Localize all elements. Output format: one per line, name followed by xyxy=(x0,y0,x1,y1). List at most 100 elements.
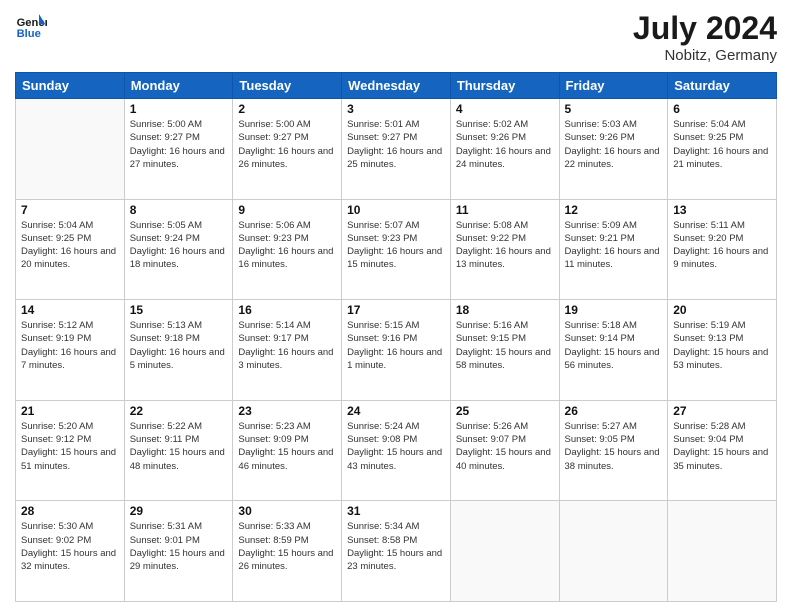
day-number: 29 xyxy=(130,504,228,518)
calendar-cell: 20Sunrise: 5:19 AM Sunset: 9:13 PM Dayli… xyxy=(668,300,777,401)
day-info: Sunrise: 5:24 AM Sunset: 9:08 PM Dayligh… xyxy=(347,420,445,473)
day-info: Sunrise: 5:27 AM Sunset: 9:05 PM Dayligh… xyxy=(565,420,663,473)
day-info: Sunrise: 5:14 AM Sunset: 9:17 PM Dayligh… xyxy=(238,319,336,372)
calendar-cell: 13 Sunrise: 5:11 AM Sunset: 9:20 PM Dayli… xyxy=(668,199,777,300)
day-number: 27 xyxy=(673,404,771,418)
day-number: 6 xyxy=(673,102,771,116)
day-info: Sunrise: 5:30 AM Sunset: 9:02 PM Dayligh… xyxy=(21,520,119,573)
day-info: Sunrise: 5:05 AM Sunset: 9:24 PM Dayligh… xyxy=(130,219,228,272)
day-number: 3 xyxy=(347,102,445,116)
week-row-2: 7 Sunrise: 5:04 AM Sunset: 9:25 PM Daylig… xyxy=(16,199,777,300)
calendar-cell: 29 Sunrise: 5:31 AM Sunset: 9:01 PM Dayli… xyxy=(124,501,233,602)
calendar-cell: 12Sunrise: 5:09 AM Sunset: 9:21 PM Dayli… xyxy=(559,199,668,300)
day-number: 1 xyxy=(130,102,228,116)
day-info: Sunrise: 5:13 AM Sunset: 9:18 PM Dayligh… xyxy=(130,319,228,372)
day-number: 10 xyxy=(347,203,445,217)
day-info: Sunrise: 5:28 AM Sunset: 9:04 PM Dayligh… xyxy=(673,420,771,473)
day-number: 7 xyxy=(21,203,119,217)
calendar-cell: 22 Sunrise: 5:22 AM Sunset: 9:11 PM Dayli… xyxy=(124,400,233,501)
day-info: Sunrise: 5:08 AM Sunset: 9:22 PM Dayligh… xyxy=(456,219,554,272)
svg-text:Blue: Blue xyxy=(17,28,41,40)
day-info: Sunrise: 5:19 AM Sunset: 9:13 PM Dayligh… xyxy=(673,319,771,372)
week-row-4: 21 Sunrise: 5:20 AM Sunset: 9:12 PM Dayli… xyxy=(16,400,777,501)
day-info: Sunrise: 5:26 AM Sunset: 9:07 PM Dayligh… xyxy=(456,420,554,473)
week-row-3: 14Sunrise: 5:12 AM Sunset: 9:19 PM Dayli… xyxy=(16,300,777,401)
day-info: Sunrise: 5:01 AM Sunset: 9:27 PM Dayligh… xyxy=(347,118,445,171)
day-number: 14 xyxy=(21,303,119,317)
calendar-cell: 11 Sunrise: 5:08 AM Sunset: 9:22 PM Dayli… xyxy=(450,199,559,300)
day-info: Sunrise: 5:00 AM Sunset: 9:27 PM Dayligh… xyxy=(130,118,228,171)
calendar-cell xyxy=(668,501,777,602)
calendar-cell: 5 Sunrise: 5:03 AM Sunset: 9:26 PM Daylig… xyxy=(559,99,668,200)
calendar-cell: 21 Sunrise: 5:20 AM Sunset: 9:12 PM Dayli… xyxy=(16,400,125,501)
day-number: 21 xyxy=(21,404,119,418)
day-number: 23 xyxy=(238,404,336,418)
calendar-cell: 8 Sunrise: 5:05 AM Sunset: 9:24 PM Daylig… xyxy=(124,199,233,300)
calendar-cell: 23 Sunrise: 5:23 AM Sunset: 9:09 PM Dayli… xyxy=(233,400,342,501)
day-info: Sunrise: 5:18 AM Sunset: 9:14 PM Dayligh… xyxy=(565,319,663,372)
calendar-cell xyxy=(559,501,668,602)
day-info: Sunrise: 5:33 AM Sunset: 8:59 PM Dayligh… xyxy=(238,520,336,573)
calendar-cell: 17 Sunrise: 5:15 AM Sunset: 9:16 PM Dayli… xyxy=(342,300,451,401)
calendar-cell: 31 Sunrise: 5:34 AM Sunset: 8:58 PM Dayli… xyxy=(342,501,451,602)
day-number: 9 xyxy=(238,203,336,217)
day-number: 22 xyxy=(130,404,228,418)
header-tuesday: Tuesday xyxy=(233,73,342,99)
day-number: 13 xyxy=(673,203,771,217)
header-saturday: Saturday xyxy=(668,73,777,99)
day-number: 18 xyxy=(456,303,554,317)
day-number: 15 xyxy=(130,303,228,317)
calendar-cell: 2Sunrise: 5:00 AM Sunset: 9:27 PM Daylig… xyxy=(233,99,342,200)
day-info: Sunrise: 5:04 AM Sunset: 9:25 PM Dayligh… xyxy=(21,219,119,272)
header-sunday: Sunday xyxy=(16,73,125,99)
day-number: 8 xyxy=(130,203,228,217)
calendar-cell: 25 Sunrise: 5:26 AM Sunset: 9:07 PM Dayli… xyxy=(450,400,559,501)
day-info: Sunrise: 5:34 AM Sunset: 8:58 PM Dayligh… xyxy=(347,520,445,573)
day-info: Sunrise: 5:11 AM Sunset: 9:20 PM Dayligh… xyxy=(673,219,771,272)
calendar-cell: 4 Sunrise: 5:02 AM Sunset: 9:26 PM Daylig… xyxy=(450,99,559,200)
calendar-cell: 16Sunrise: 5:14 AM Sunset: 9:17 PM Dayli… xyxy=(233,300,342,401)
day-number: 11 xyxy=(456,203,554,217)
day-number: 4 xyxy=(456,102,554,116)
logo: General Blue xyxy=(15,10,47,42)
calendar-cell: 10 Sunrise: 5:07 AM Sunset: 9:23 PM Dayli… xyxy=(342,199,451,300)
day-number: 5 xyxy=(565,102,663,116)
day-info: Sunrise: 5:07 AM Sunset: 9:23 PM Dayligh… xyxy=(347,219,445,272)
day-info: Sunrise: 5:16 AM Sunset: 9:15 PM Dayligh… xyxy=(456,319,554,372)
day-info: Sunrise: 5:02 AM Sunset: 9:26 PM Dayligh… xyxy=(456,118,554,171)
weekday-header-row: Sunday Monday Tuesday Wednesday Thursday… xyxy=(16,73,777,99)
calendar-cell: 30 Sunrise: 5:33 AM Sunset: 8:59 PM Dayli… xyxy=(233,501,342,602)
day-info: Sunrise: 5:15 AM Sunset: 9:16 PM Dayligh… xyxy=(347,319,445,372)
day-number: 24 xyxy=(347,404,445,418)
day-info: Sunrise: 5:09 AM Sunset: 9:21 PM Dayligh… xyxy=(565,219,663,272)
calendar-cell: 9 Sunrise: 5:06 AM Sunset: 9:23 PM Daylig… xyxy=(233,199,342,300)
calendar-cell: 28Sunrise: 5:30 AM Sunset: 9:02 PM Dayli… xyxy=(16,501,125,602)
week-row-5: 28Sunrise: 5:30 AM Sunset: 9:02 PM Dayli… xyxy=(16,501,777,602)
day-info: Sunrise: 5:03 AM Sunset: 9:26 PM Dayligh… xyxy=(565,118,663,171)
day-info: Sunrise: 5:31 AM Sunset: 9:01 PM Dayligh… xyxy=(130,520,228,573)
calendar-cell: 7 Sunrise: 5:04 AM Sunset: 9:25 PM Daylig… xyxy=(16,199,125,300)
day-number: 17 xyxy=(347,303,445,317)
day-info: Sunrise: 5:20 AM Sunset: 9:12 PM Dayligh… xyxy=(21,420,119,473)
calendar-cell: 26 Sunrise: 5:27 AM Sunset: 9:05 PM Dayli… xyxy=(559,400,668,501)
day-number: 25 xyxy=(456,404,554,418)
location-subtitle: Nobitz, Germany xyxy=(633,47,777,64)
calendar-cell: 1 Sunrise: 5:00 AM Sunset: 9:27 PM Daylig… xyxy=(124,99,233,200)
calendar-cell: 3 Sunrise: 5:01 AM Sunset: 9:27 PM Daylig… xyxy=(342,99,451,200)
day-number: 2 xyxy=(238,102,336,116)
day-number: 26 xyxy=(565,404,663,418)
day-info: Sunrise: 5:06 AM Sunset: 9:23 PM Dayligh… xyxy=(238,219,336,272)
day-info: Sunrise: 5:22 AM Sunset: 9:11 PM Dayligh… xyxy=(130,420,228,473)
calendar-cell xyxy=(450,501,559,602)
day-number: 30 xyxy=(238,504,336,518)
day-info: Sunrise: 5:23 AM Sunset: 9:09 PM Dayligh… xyxy=(238,420,336,473)
calendar-cell: 15 Sunrise: 5:13 AM Sunset: 9:18 PM Dayli… xyxy=(124,300,233,401)
calendar-cell xyxy=(16,99,125,200)
calendar-cell: 18 Sunrise: 5:16 AM Sunset: 9:15 PM Dayli… xyxy=(450,300,559,401)
logo-icon: General Blue xyxy=(15,10,47,42)
calendar-cell: 19 Sunrise: 5:18 AM Sunset: 9:14 PM Dayli… xyxy=(559,300,668,401)
header-wednesday: Wednesday xyxy=(342,73,451,99)
day-number: 31 xyxy=(347,504,445,518)
calendar-cell: 24 Sunrise: 5:24 AM Sunset: 9:08 PM Dayli… xyxy=(342,400,451,501)
day-number: 19 xyxy=(565,303,663,317)
